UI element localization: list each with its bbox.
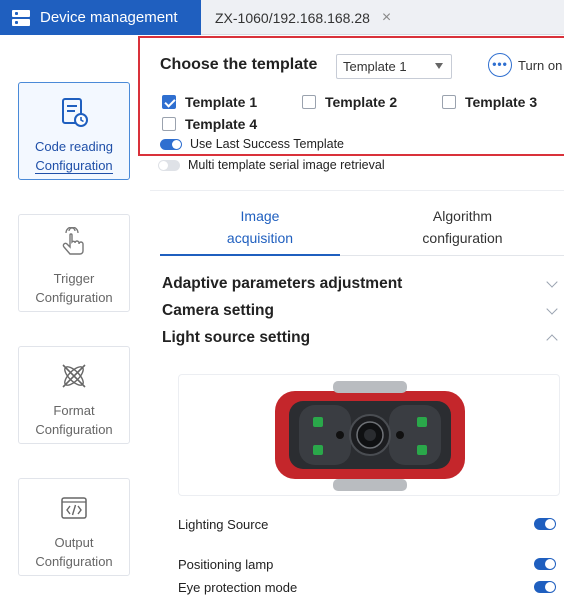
template-option-label: Template 4: [185, 116, 258, 132]
section-camera-setting[interactable]: Camera setting: [162, 299, 560, 323]
more-icon: •••: [488, 53, 512, 77]
use-last-success-toggle[interactable]: Use Last Success Template: [160, 137, 344, 151]
active-tab-indicator: [160, 254, 340, 256]
tab-device-management[interactable]: Device management: [0, 0, 201, 35]
setting-label: Positioning lamp: [178, 556, 274, 572]
tab-algorithm-configuration[interactable]: Algorithm configuration: [400, 205, 525, 249]
template-1-checkbox[interactable]: Template 1: [162, 94, 257, 110]
template-2-checkbox[interactable]: Template 2: [302, 94, 397, 110]
template-option-label: Template 2: [325, 94, 398, 110]
chevron-up-icon: [546, 334, 558, 346]
close-icon[interactable]: ×: [382, 9, 391, 27]
sidebar-item-output[interactable]: Output Configuration: [18, 478, 130, 576]
sidebar-item-label: Format Configuration: [35, 403, 113, 437]
sidebar-item-label: Code reading Configuration: [34, 139, 114, 174]
tab-device[interactable]: ZX-1060/192.168.168.28 ×: [201, 0, 391, 35]
eye-protection-switch[interactable]: [534, 581, 556, 593]
toggle-on-icon: [160, 138, 182, 150]
section-title: Adaptive parameters adjustment: [162, 275, 403, 292]
code-icon: [61, 497, 87, 519]
section-light-source[interactable]: Light source setting: [162, 326, 560, 350]
format-icon: [62, 364, 86, 388]
lighting-source-row: Lighting Source: [178, 513, 556, 535]
checkbox-icon: [442, 95, 456, 109]
positioning-lamp-row: Positioning lamp: [178, 553, 556, 575]
template-panel: Choose the template Template 1 ••• Turn …: [138, 36, 564, 156]
turn-on-label: Turn on: [518, 57, 563, 73]
section-title: Light source setting: [162, 329, 311, 346]
device-image-panel: [178, 374, 560, 496]
sidebar-item-label: Trigger Configuration: [35, 271, 113, 305]
section-title: Camera setting: [162, 302, 274, 319]
chevron-down-icon: [546, 303, 558, 315]
tab-device-label: ZX-1060/192.168.168.28: [215, 9, 370, 26]
template-4-checkbox[interactable]: Template 4: [162, 116, 257, 132]
dropdown-arrow-icon: [435, 63, 443, 69]
toggle-label: Use Last Success Template: [190, 137, 345, 151]
turn-on-button[interactable]: ••• Turn on: [488, 53, 562, 77]
positioning-lamp-switch[interactable]: [534, 558, 556, 570]
toggle-off-icon: [158, 159, 180, 171]
section-adaptive-parameters[interactable]: Adaptive parameters adjustment: [162, 272, 560, 296]
template-select-value: Template 1: [343, 59, 407, 74]
sidebar-item-label: Output Configuration: [35, 535, 113, 569]
subtabs: Image acquisition Algorithm configuratio…: [150, 190, 564, 256]
hand-pointer-icon: [62, 227, 84, 255]
chevron-down-icon: [546, 276, 558, 288]
checkbox-checked-icon: [162, 95, 176, 109]
tab-bar: Device management ZX-1060/192.168.168.28…: [0, 0, 564, 35]
sidebar: Code reading Configuration Trigger Confi…: [0, 36, 150, 608]
checkbox-icon: [302, 95, 316, 109]
eye-protection-row: Eye protection mode: [178, 576, 556, 598]
sidebar-item-trigger[interactable]: Trigger Configuration: [18, 214, 130, 312]
checkbox-icon: [162, 117, 176, 131]
sidebar-item-code-reading[interactable]: Code reading Configuration: [18, 82, 130, 180]
device-image: [275, 381, 465, 491]
tab-device-management-label: Device management: [40, 9, 178, 26]
device-management-icon: [12, 9, 30, 26]
template-select[interactable]: Template 1: [336, 54, 452, 79]
setting-label: Lighting Source: [178, 516, 269, 532]
template-3-checkbox[interactable]: Template 3: [442, 94, 537, 110]
tab-image-acquisition[interactable]: Image acquisition: [210, 205, 310, 249]
template-option-label: Template 1: [185, 94, 258, 110]
template-option-label: Template 3: [465, 94, 538, 110]
lighting-source-switch[interactable]: [534, 518, 556, 530]
setting-label: Eye protection mode: [178, 579, 298, 595]
template-title: Choose the template: [160, 56, 318, 73]
code-reading-icon: [62, 98, 88, 127]
sidebar-item-format[interactable]: Format Configuration: [18, 346, 130, 444]
multi-template-toggle[interactable]: Multi template serial image retrieval: [158, 158, 385, 172]
toggle-label: Multi template serial image retrieval: [188, 158, 385, 172]
